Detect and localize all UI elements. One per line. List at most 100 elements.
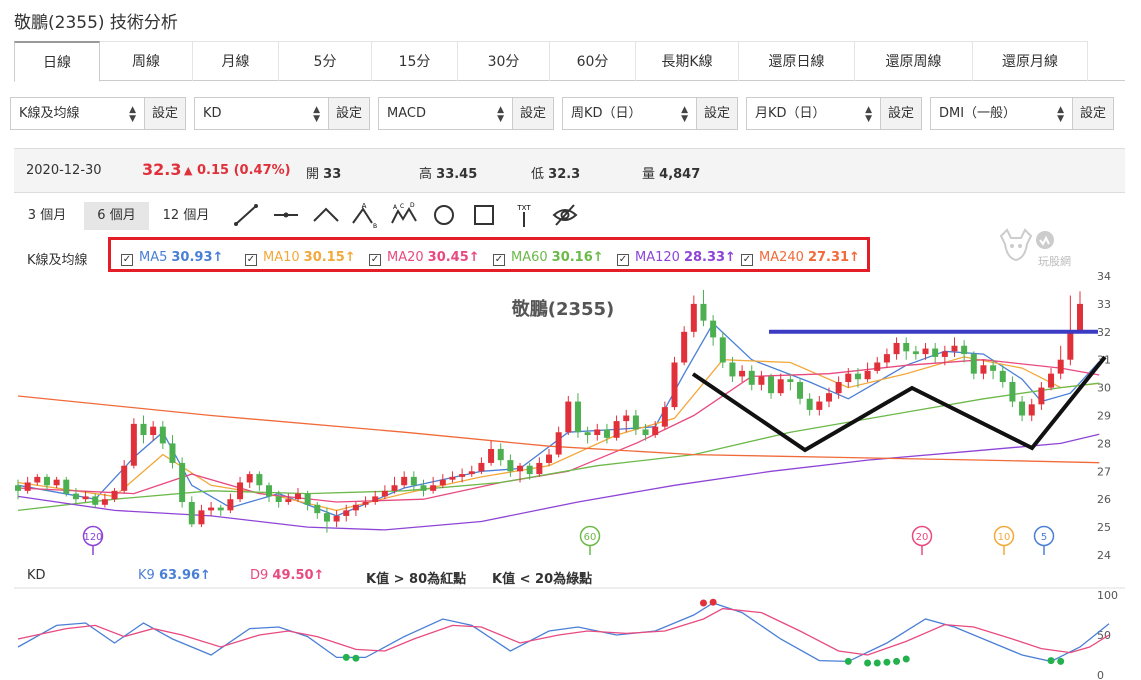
circle-tool-icon[interactable] [430, 201, 458, 229]
select-value: K線及均線 [19, 106, 80, 121]
candle-body [661, 407, 668, 427]
y-tick-label: 34 [1097, 270, 1111, 283]
select-value: KD [203, 106, 222, 121]
candle-body [468, 471, 475, 475]
checkbox-icon[interactable]: ✓ [741, 254, 753, 266]
text-tool-icon[interactable]: TXT [510, 201, 538, 229]
volume-label: 量 [642, 167, 656, 182]
tab-0[interactable]: 日線 [14, 41, 100, 82]
tab-9[interactable]: 還原周線 [855, 41, 973, 81]
candle-body [459, 474, 466, 477]
watermark-text: 玩股網 [1038, 255, 1071, 268]
tab-3[interactable]: 5分 [279, 41, 372, 81]
indicator-select-1[interactable]: KD ▲ ▼ [194, 97, 328, 130]
candle-body [990, 365, 997, 371]
candle-body [864, 370, 871, 380]
ma-name: MA60 [511, 250, 548, 265]
ma-toggle-ma20[interactable]: ✓ MA20 30.45↑ [369, 250, 480, 266]
checkbox-icon[interactable]: ✓ [245, 254, 257, 266]
tab-1[interactable]: 周線 [100, 41, 193, 81]
low-label: 低 [531, 167, 545, 182]
ma-value: 27.31↑ [807, 250, 860, 265]
tab-6[interactable]: 60分 [550, 41, 636, 81]
ma-toggle-ma240[interactable]: ✓ MA240 27.31↑ [741, 250, 860, 266]
selector-group-0: K線及均線 ▲ ▼ 設定 [10, 97, 186, 130]
candle-body [352, 504, 359, 511]
candle-body [632, 415, 639, 430]
ma-value: 28.33↑ [683, 250, 736, 265]
candle-body [208, 507, 215, 511]
ma-toggle-ma60[interactable]: ✓ MA60 30.16↑ [493, 250, 604, 266]
candle-body [517, 465, 524, 472]
candle-body [845, 373, 852, 383]
page-title: 敬鵬(2355) 技術分析 [14, 13, 178, 33]
tab-8[interactable]: 還原日線 [739, 41, 855, 81]
candle-body [642, 429, 649, 436]
range-3m-button[interactable]: 3 個月 [14, 202, 80, 230]
checkbox-icon[interactable]: ✓ [617, 254, 629, 266]
indicator-select-3[interactable]: 周KD（日） ▲ ▼ [562, 97, 696, 130]
angle-tool-icon[interactable] [312, 201, 340, 229]
tab-5[interactable]: 30分 [458, 41, 550, 81]
indicator-select-2[interactable]: MACD ▲ ▼ [378, 97, 512, 130]
checkbox-icon[interactable]: ✓ [369, 254, 381, 266]
horizontal-line-tool-icon[interactable] [272, 201, 300, 229]
candle-body [603, 429, 610, 438]
indicator-select-4[interactable]: 月KD（日） ▲ ▼ [746, 97, 880, 130]
tab-7[interactable]: 長期K線 [636, 41, 739, 81]
tab-10[interactable]: 還原月線 [973, 41, 1088, 81]
range-6m-button[interactable]: 6 個月 [84, 202, 149, 230]
y-tick-label: 26 [1097, 493, 1111, 506]
settings-button-1[interactable]: 設定 [328, 97, 370, 130]
settings-button-3[interactable]: 設定 [696, 97, 738, 130]
selector-group-4: 月KD（日） ▲ ▼ 設定 [746, 97, 922, 130]
kd-green-point [902, 655, 910, 663]
marker-label: 20 [916, 532, 929, 543]
ma-marker-20: 20 [911, 525, 933, 555]
ma-name: MA120 [635, 250, 680, 265]
candle-body [854, 373, 861, 380]
ma-toggle-ma10[interactable]: ✓ MA10 30.15↑ [245, 250, 356, 266]
settings-button-5[interactable]: 設定 [1072, 97, 1114, 130]
quote-low: 低 32.3 [531, 163, 580, 182]
candle-body [1009, 382, 1016, 402]
candle-body [874, 362, 881, 371]
wave-pattern-tool-icon[interactable]: ACD [390, 201, 418, 229]
candle-body [497, 448, 504, 461]
candle-body [449, 476, 456, 480]
candle-body [53, 479, 60, 486]
checkbox-icon[interactable]: ✓ [493, 254, 505, 266]
kd-green-point [844, 657, 852, 665]
candle-body [63, 479, 70, 494]
tab-4[interactable]: 15分 [372, 41, 458, 81]
settings-button-0[interactable]: 設定 [144, 97, 186, 130]
rectangle-tool-icon[interactable] [470, 201, 498, 229]
line-tool-icon[interactable] [232, 201, 260, 229]
ma-toggle-ma5[interactable]: ✓ MA5 30.93↑ [121, 250, 223, 266]
candle-body [159, 426, 166, 444]
tab-2[interactable]: 月線 [193, 41, 279, 81]
indicator-select-5[interactable]: DMI（一般） ▲ ▼ [930, 97, 1072, 130]
abc-pattern-tool-icon[interactable]: AB [350, 201, 378, 229]
svg-text:D: D [410, 202, 415, 209]
candle-body [24, 482, 31, 491]
range-12m-button[interactable]: 12 個月 [152, 202, 220, 230]
candle-body [256, 474, 263, 486]
candle-body [333, 515, 340, 522]
candle-body [710, 320, 717, 338]
y-tick-label: 28 [1097, 437, 1111, 450]
candle-body [140, 423, 147, 436]
settings-button-2[interactable]: 設定 [512, 97, 554, 130]
ma-toggle-ma120[interactable]: ✓ MA120 28.33↑ [617, 250, 736, 266]
quote-volume: 量 4,847 [642, 163, 700, 182]
candle-body [304, 493, 311, 505]
candle-body [623, 415, 630, 422]
updown-arrow-icon: ▲ ▼ [1057, 105, 1064, 124]
hide-drawings-icon[interactable] [551, 201, 579, 229]
selector-group-3: 周KD（日） ▲ ▼ 設定 [562, 97, 738, 130]
indicator-select-0[interactable]: K線及均線 ▲ ▼ [10, 97, 144, 130]
settings-button-4[interactable]: 設定 [880, 97, 922, 130]
checkbox-icon[interactable]: ✓ [121, 254, 133, 266]
candle-body [1038, 387, 1045, 405]
candle-body [536, 462, 543, 475]
